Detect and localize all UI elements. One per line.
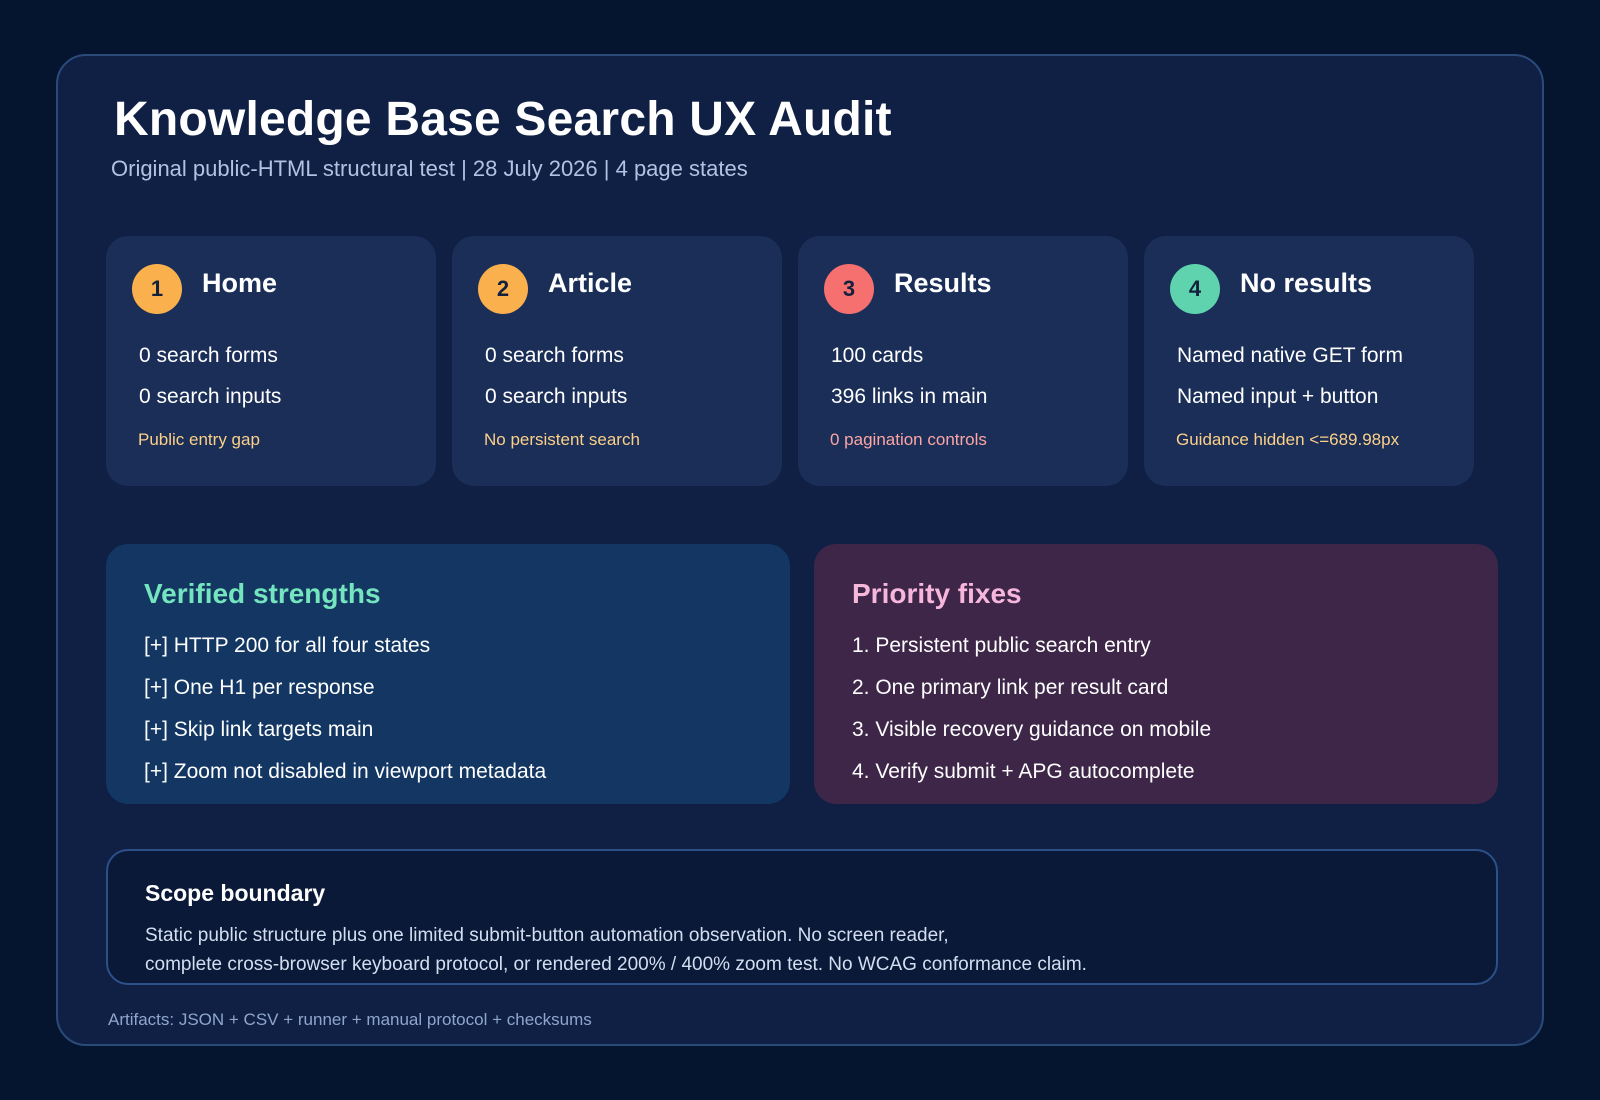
state-card-home: 1 Home 0 search forms 0 search inputs Pu…	[106, 236, 436, 486]
step-badge: 4	[1170, 264, 1220, 314]
state-note: Public entry gap	[138, 430, 260, 449]
step-badge: 1	[132, 264, 182, 314]
state-metric: 0 search inputs	[485, 385, 628, 408]
scope-text: Static public structure plus one limited…	[145, 921, 1445, 979]
state-card-no-results: 4 No results Named native GET form Named…	[1144, 236, 1474, 486]
page-subtitle: Original public-HTML structural test | 2…	[111, 156, 748, 181]
fix-item: 2. One primary link per result card	[852, 676, 1169, 699]
state-note: 0 pagination controls	[830, 430, 987, 449]
fix-item: 1. Persistent public search entry	[852, 634, 1151, 657]
page-title: Knowledge Base Search UX Audit	[114, 93, 892, 146]
strength-item: [+] Zoom not disabled in viewport metada…	[144, 760, 547, 783]
step-badge: 3	[824, 264, 874, 314]
strengths-title: Verified strengths	[144, 578, 381, 609]
state-metric: Named input + button	[1177, 385, 1379, 408]
scope-line: Static public structure plus one limited…	[145, 925, 949, 946]
audit-panel: Knowledge Base Search UX Audit Original …	[56, 54, 1544, 1046]
fixes-list: 1. Persistent public search entry 2. One…	[852, 634, 1211, 802]
state-title: No results	[1240, 268, 1373, 298]
state-metric: 0 search inputs	[139, 385, 282, 408]
strength-item: [+] HTTP 200 for all four states	[144, 634, 431, 657]
strengths-list: [+] HTTP 200 for all four states [+] One…	[144, 634, 546, 802]
state-metric: 0 search forms	[139, 344, 278, 367]
canvas: Knowledge Base Search UX Audit Original …	[0, 0, 1600, 1100]
fix-item: 3. Visible recovery guidance on mobile	[852, 718, 1212, 741]
priority-fixes-box: Priority fixes 1. Persistent public sear…	[814, 544, 1498, 804]
state-title: Home	[202, 268, 278, 298]
strength-item: [+] Skip link targets main	[144, 718, 374, 741]
scope-title: Scope boundary	[145, 880, 326, 906]
state-metric: 396 links in main	[831, 385, 988, 408]
state-title: Results	[894, 268, 992, 298]
state-note: Guidance hidden <=689.98px	[1176, 430, 1400, 449]
scope-line: complete cross-browser keyboard protocol…	[145, 954, 1087, 975]
state-metric: 0 search forms	[485, 344, 624, 367]
state-metric: 100 cards	[831, 344, 924, 367]
verified-strengths-box: Verified strengths [+] HTTP 200 for all …	[106, 544, 790, 804]
scope-boundary-box: Scope boundary Static public structure p…	[106, 849, 1498, 985]
state-note: No persistent search	[484, 430, 640, 449]
fixes-title: Priority fixes	[852, 578, 1022, 609]
strength-item: [+] One H1 per response	[144, 676, 375, 699]
state-metric: Named native GET form	[1177, 344, 1404, 367]
state-title: Article	[548, 268, 633, 298]
state-card-article: 2 Article 0 search forms 0 search inputs…	[452, 236, 782, 486]
step-badge: 2	[478, 264, 528, 314]
artifacts-footer: Artifacts: JSON + CSV + runner + manual …	[108, 1010, 592, 1029]
fix-item: 4. Verify submit + APG autocomplete	[852, 760, 1195, 783]
state-card-results: 3 Results 100 cards 396 links in main 0 …	[798, 236, 1128, 486]
